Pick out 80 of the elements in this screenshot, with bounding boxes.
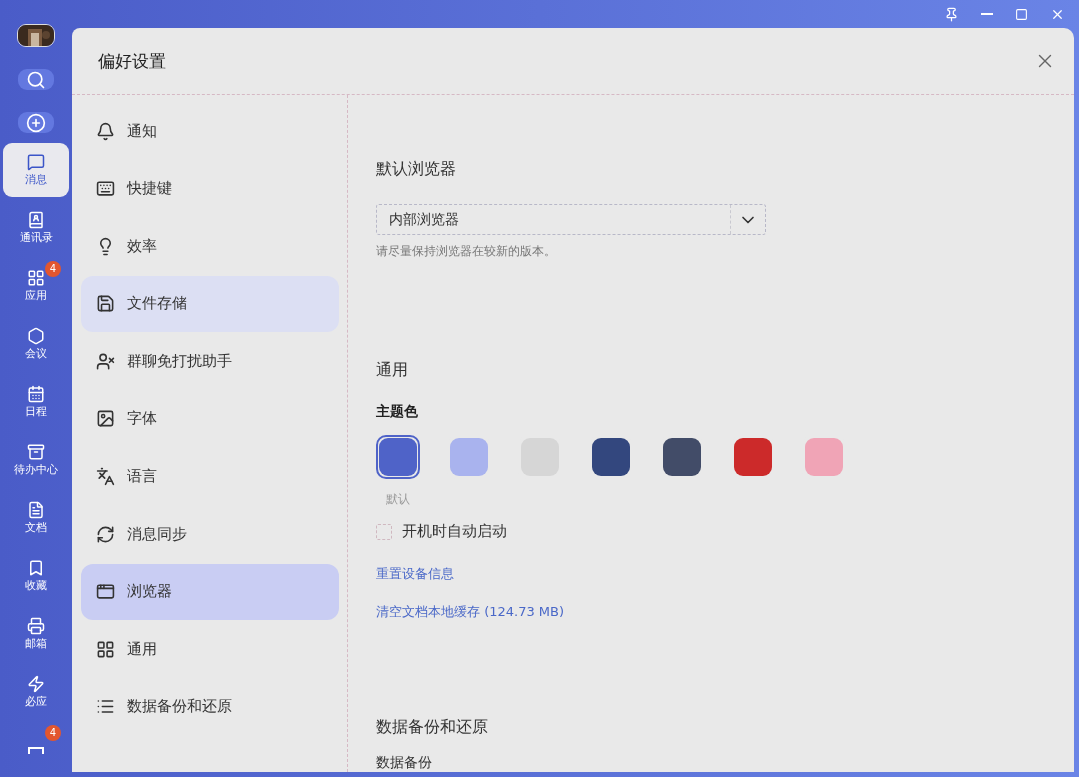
theme-swatch[interactable] <box>802 435 846 479</box>
keyboard-icon <box>96 179 115 199</box>
nav-item[interactable]: 字体 <box>81 390 339 447</box>
rail-item[interactable]: 文档 <box>3 491 69 545</box>
theme-swatch[interactable] <box>376 435 420 479</box>
add-button[interactable] <box>18 112 54 134</box>
rail-item[interactable]: 待办中心 <box>3 433 69 487</box>
nav-item[interactable]: 效率 <box>81 218 339 275</box>
checkbox[interactable] <box>376 523 392 540</box>
chat-icon <box>27 153 45 172</box>
archive-icon <box>27 443 45 462</box>
count-badge: 4 <box>45 261 61 277</box>
nav-item[interactable]: 浏览器 <box>81 563 339 620</box>
user-avatar[interactable] <box>17 24 55 48</box>
browser-select[interactable]: 内部浏览器 <box>376 204 766 235</box>
rail-item[interactable]: 通讯录 <box>3 201 69 255</box>
subsection-heading: 数据备份 <box>376 754 433 772</box>
count-badge: 4 <box>45 725 61 741</box>
pin-button[interactable] <box>944 6 959 22</box>
rail-label: 应用 <box>25 290 47 303</box>
contacts-icon <box>27 211 45 230</box>
hexagon-icon <box>27 327 45 346</box>
rail-label: 文档 <box>25 522 47 535</box>
rail-item[interactable]: 必应 <box>3 665 69 719</box>
language-icon <box>96 467 115 487</box>
minimize-icon <box>981 13 993 15</box>
printer-icon <box>27 617 45 636</box>
rail-item[interactable]: 日程 <box>3 375 69 429</box>
rail-label: 会议 <box>25 348 47 361</box>
dialog-title: 偏好设置 <box>98 49 166 73</box>
nav-item[interactable]: 群聊免打扰助手 <box>81 333 339 390</box>
user-icon <box>96 351 115 371</box>
grid-icon <box>27 269 45 288</box>
rail-item[interactable]: 消息 <box>3 143 69 197</box>
nav-item[interactable]: 消息同步 <box>81 506 339 563</box>
calendar-icon <box>27 385 45 404</box>
maximize-button[interactable] <box>1015 7 1028 21</box>
section-heading: 通用 <box>376 360 409 381</box>
section-heading: 数据备份和还原 <box>376 717 489 738</box>
theme-swatch[interactable] <box>731 435 775 479</box>
theme-swatch[interactable] <box>660 435 704 479</box>
hint-text: 请尽量保持浏览器在较新的版本。 <box>376 243 557 260</box>
rail-item[interactable]: 邮箱 <box>3 607 69 661</box>
nav-item[interactable]: 通用 <box>81 621 339 678</box>
pin-icon <box>944 6 959 22</box>
theme-swatch[interactable] <box>589 435 633 479</box>
tray-icon <box>27 746 45 754</box>
nav-item[interactable]: 文件存储 <box>81 275 339 332</box>
browser-window-icon <box>96 582 115 602</box>
rail-item[interactable]: 应用 4 <box>3 259 69 313</box>
maximize-icon <box>1015 7 1028 21</box>
rail-label: 消息 <box>25 174 47 187</box>
theme-label: 主题色 <box>376 403 419 421</box>
nav-item[interactable]: 语言 <box>81 448 339 505</box>
nav-item[interactable]: 数据备份和还原 <box>81 678 339 735</box>
bookmark-icon <box>27 559 45 578</box>
section-heading: 默认浏览器 <box>376 159 457 180</box>
search-button[interactable] <box>18 69 54 91</box>
rail-item[interactable]: 收藏 <box>3 549 69 603</box>
grid-icon <box>96 639 115 659</box>
nav-item[interactable]: 快捷键 <box>81 160 339 217</box>
image-icon <box>96 409 115 429</box>
checkbox-label: 开机时自动启动 <box>402 522 507 541</box>
action-link[interactable]: 重置设备信息 <box>376 565 454 583</box>
action-link[interactable]: 清空文档本地缓存 (124.73 MB) <box>376 603 565 621</box>
document-icon <box>27 501 45 520</box>
rail-item[interactable]: 4 <box>3 723 69 777</box>
rail-label: 日程 <box>25 406 47 419</box>
rail-label: 邮箱 <box>25 638 47 651</box>
rail-item[interactable]: 会议 <box>3 317 69 371</box>
rail-label: 必应 <box>25 696 47 709</box>
theme-swatch[interactable] <box>447 435 491 479</box>
bell-icon <box>96 121 115 141</box>
rail-label: 通讯录 <box>19 232 53 245</box>
rail-label: 收藏 <box>25 580 47 593</box>
swatch-caption: 默认 <box>386 491 410 508</box>
nav-item[interactable]: 通知 <box>81 103 339 159</box>
lightning-icon <box>27 675 45 694</box>
rail-label: 待办中心 <box>14 464 58 477</box>
sync-icon <box>96 524 115 544</box>
